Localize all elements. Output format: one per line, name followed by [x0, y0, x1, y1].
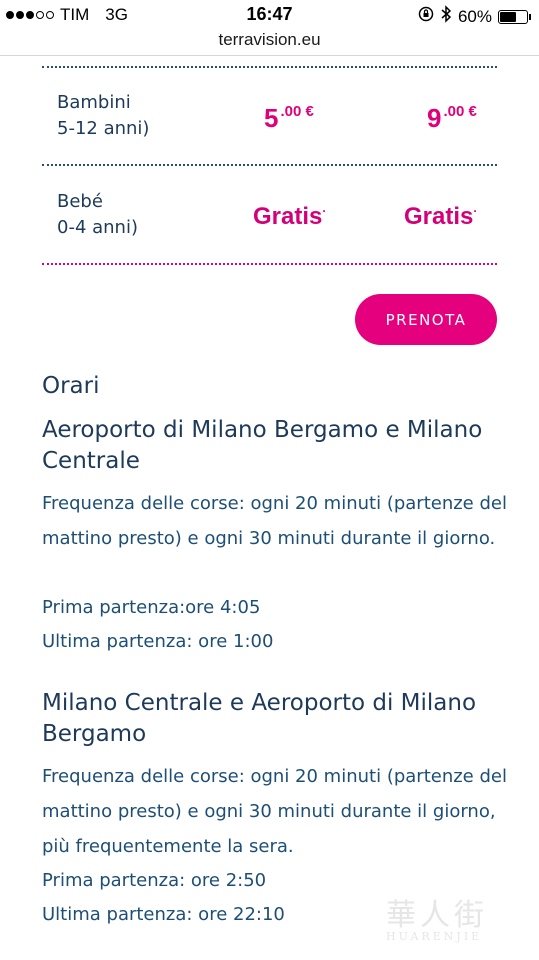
age-label-line: 0-4 anni) — [57, 217, 138, 238]
route-frequency: Frequenza delle corse: ogni 20 minuti (p… — [42, 493, 507, 549]
route-title: Aeroporto di Milano Bergamo e Milano Cen… — [42, 417, 483, 474]
status-bar: TIM 3G 16:47 60% — [0, 0, 539, 30]
gratis-mark: · — [322, 204, 327, 218]
url-bar[interactable]: terravision.eu — [0, 30, 539, 52]
battery-icon — [498, 9, 531, 24]
watermark-script: 華人街 — [386, 898, 488, 933]
route-first-departure: Prima partenza:ore 4:05 — [42, 597, 261, 618]
watermark-text: HUARENJIE — [386, 930, 483, 943]
price-one-way-bebe: Gratis· — [253, 203, 326, 231]
gratis-text: Gratis — [404, 203, 474, 230]
section-title-orari: Orari — [42, 373, 100, 399]
price-return-bambini: 9.00 € — [427, 103, 477, 134]
watermark-logo: 華人街 HUARENJIE — [386, 890, 536, 950]
price-one-way-bambini: 5.00 € — [264, 103, 314, 134]
route-last-departure: Ultima partenza: ore 1:00 — [42, 631, 274, 652]
rotation-lock-icon — [418, 6, 434, 27]
gratis-text: Gratis — [253, 203, 323, 230]
bluetooth-icon — [440, 5, 452, 28]
age-label-bebe: Bebé 0-4 anni) — [57, 189, 138, 241]
age-label-bambini: Bambini 5-12 anni) — [57, 90, 149, 142]
gratis-mark: · — [473, 204, 478, 218]
route-title: Milano Centrale e Aeroporto di Milano Be… — [42, 690, 477, 747]
age-label-line: 5-12 anni) — [57, 118, 150, 139]
price-integer: 9 — [427, 103, 442, 133]
table-divider — [42, 66, 497, 68]
table-divider — [42, 263, 497, 265]
route-frequency: Frequenza delle corse: ogni 20 minuti (p… — [42, 766, 507, 857]
price-cents: .00 € — [280, 103, 314, 120]
header-divider — [0, 55, 539, 56]
prenota-button[interactable]: PRENOTA — [355, 294, 497, 345]
table-divider — [42, 164, 497, 166]
price-integer: 5 — [264, 103, 279, 133]
price-return-bebe: Gratis· — [404, 203, 477, 231]
age-label-line: Bebé — [57, 191, 103, 212]
price-cents: .00 € — [443, 103, 477, 120]
status-right: 60% — [418, 5, 531, 28]
battery-percent: 60% — [457, 6, 492, 26]
age-label-line: Bambini — [57, 92, 131, 113]
